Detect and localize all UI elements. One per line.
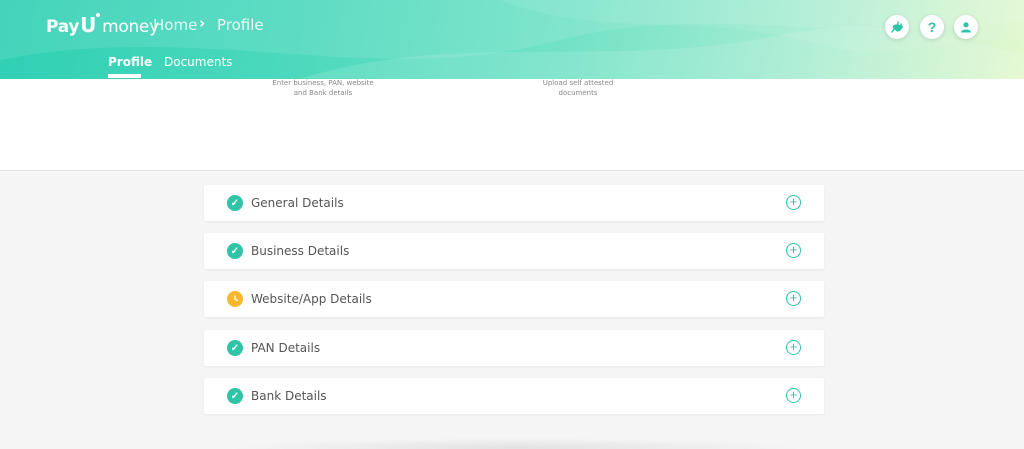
clock-hands [234, 295, 239, 302]
user-icon [961, 22, 971, 33]
logo-u: U [80, 13, 101, 37]
active-tab-indicator [108, 74, 141, 78]
section-label: Bank Details [251, 389, 327, 403]
help-icon: ? [927, 19, 937, 35]
expand-plus-icon[interactable]: + [786, 340, 801, 355]
section-business-details[interactable]: ✓ Business Details + [204, 233, 824, 269]
expand-plus-icon[interactable]: + [786, 195, 801, 210]
check-icon: ✓ [227, 195, 243, 211]
tab-documents[interactable]: Documents [164, 55, 232, 69]
header-wave-decoration [0, 0, 1024, 79]
check-icon: ✓ [227, 243, 243, 259]
section-label: Business Details [251, 244, 350, 258]
check-icon: ✓ [227, 388, 243, 404]
section-label: PAN Details [251, 341, 321, 355]
tab-profile[interactable]: Profile [108, 55, 152, 69]
logo-money: money [102, 17, 159, 37]
onboarding-steps-panel [0, 79, 1024, 171]
help-button[interactable]: ? [920, 15, 944, 39]
plug-button[interactable] [885, 15, 909, 39]
section-general-details[interactable]: ✓ General Details + [204, 185, 824, 221]
section-website-app-details[interactable]: Website/App Details + [204, 281, 824, 317]
section-label: General Details [251, 196, 344, 210]
logo-pay: Pay [46, 17, 80, 37]
breadcrumb-current: Profile [217, 16, 264, 34]
expand-plus-icon[interactable]: + [786, 243, 801, 258]
breadcrumb-chevron-icon: › [199, 14, 206, 32]
top-header: Pay U money Home › Profile Profile Docum… [0, 0, 1024, 79]
check-icon: ✓ [227, 340, 243, 356]
expand-plus-icon[interactable]: + [786, 291, 801, 306]
step-documents-text: Upload self attested documents [542, 79, 614, 97]
step-business-details-text: Enter business, PAN, website and Bank de… [272, 79, 374, 97]
section-label: Website/App Details [251, 292, 372, 306]
clock-icon [227, 291, 243, 307]
plug-icon [891, 21, 903, 33]
breadcrumb-home[interactable]: Home [153, 16, 197, 34]
section-bank-details[interactable]: ✓ Bank Details + [204, 378, 824, 414]
user-button[interactable] [954, 15, 978, 39]
section-pan-details[interactable]: ✓ PAN Details + [204, 330, 824, 366]
payumoney-logo[interactable]: Pay U money [46, 13, 159, 37]
expand-plus-icon[interactable]: + [786, 388, 801, 403]
bottom-card-shadow [226, 438, 806, 449]
